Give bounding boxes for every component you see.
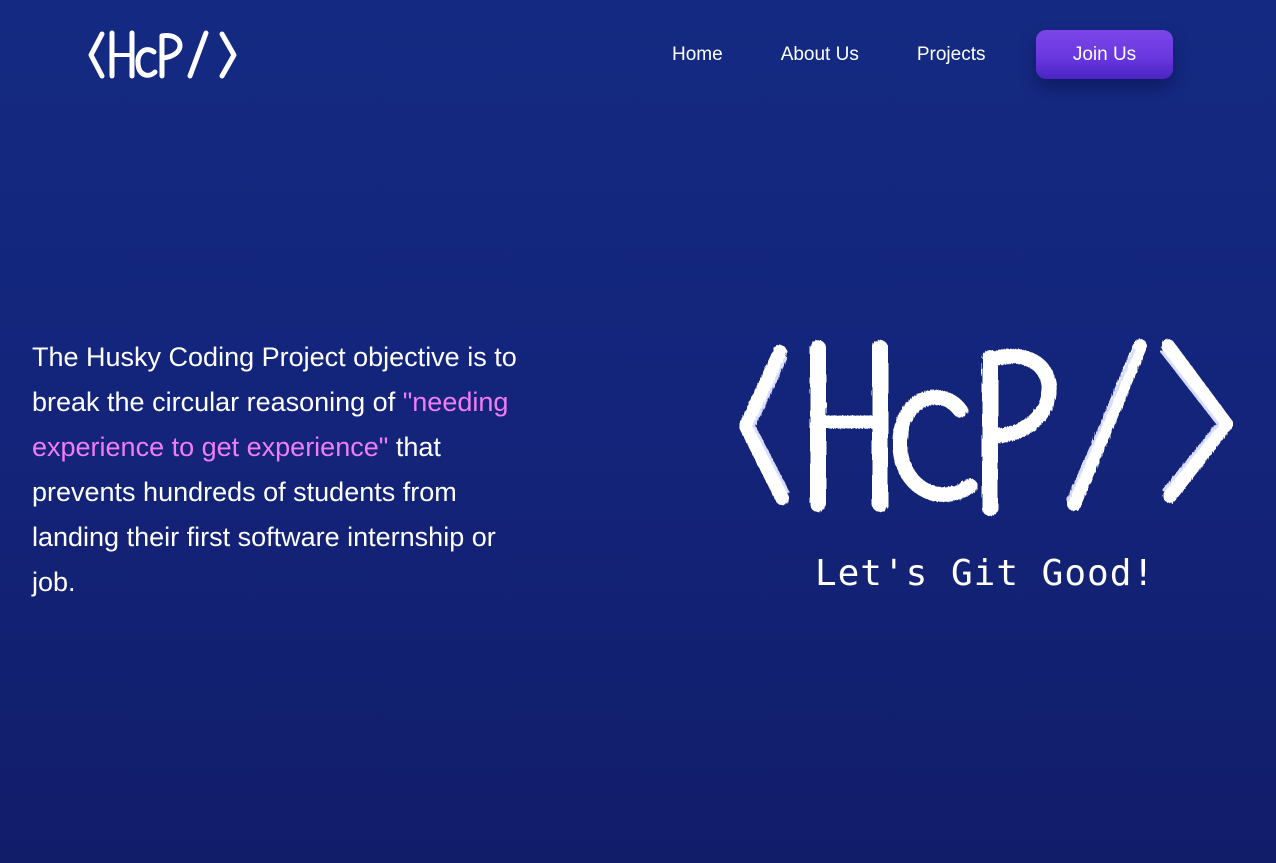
join-us-button[interactable]: Join Us bbox=[1036, 30, 1173, 79]
hero-logo bbox=[738, 336, 1234, 520]
nav-link-about-us[interactable]: About Us bbox=[781, 44, 859, 66]
hero-description: The Husky Coding Project objective is to… bbox=[32, 335, 532, 605]
navbar: Home About Us Projects Join Us bbox=[0, 0, 1276, 110]
site-logo[interactable] bbox=[88, 28, 240, 82]
hcp-large-logo-icon bbox=[739, 339, 1233, 516]
nav-links: Home About Us Projects bbox=[650, 30, 1007, 80]
nav-link-projects[interactable]: Projects bbox=[917, 44, 986, 66]
tagline: Let's Git Good! bbox=[814, 553, 1156, 594]
nav-link-home[interactable]: Home bbox=[672, 44, 723, 66]
hcp-logo-icon bbox=[88, 30, 237, 79]
